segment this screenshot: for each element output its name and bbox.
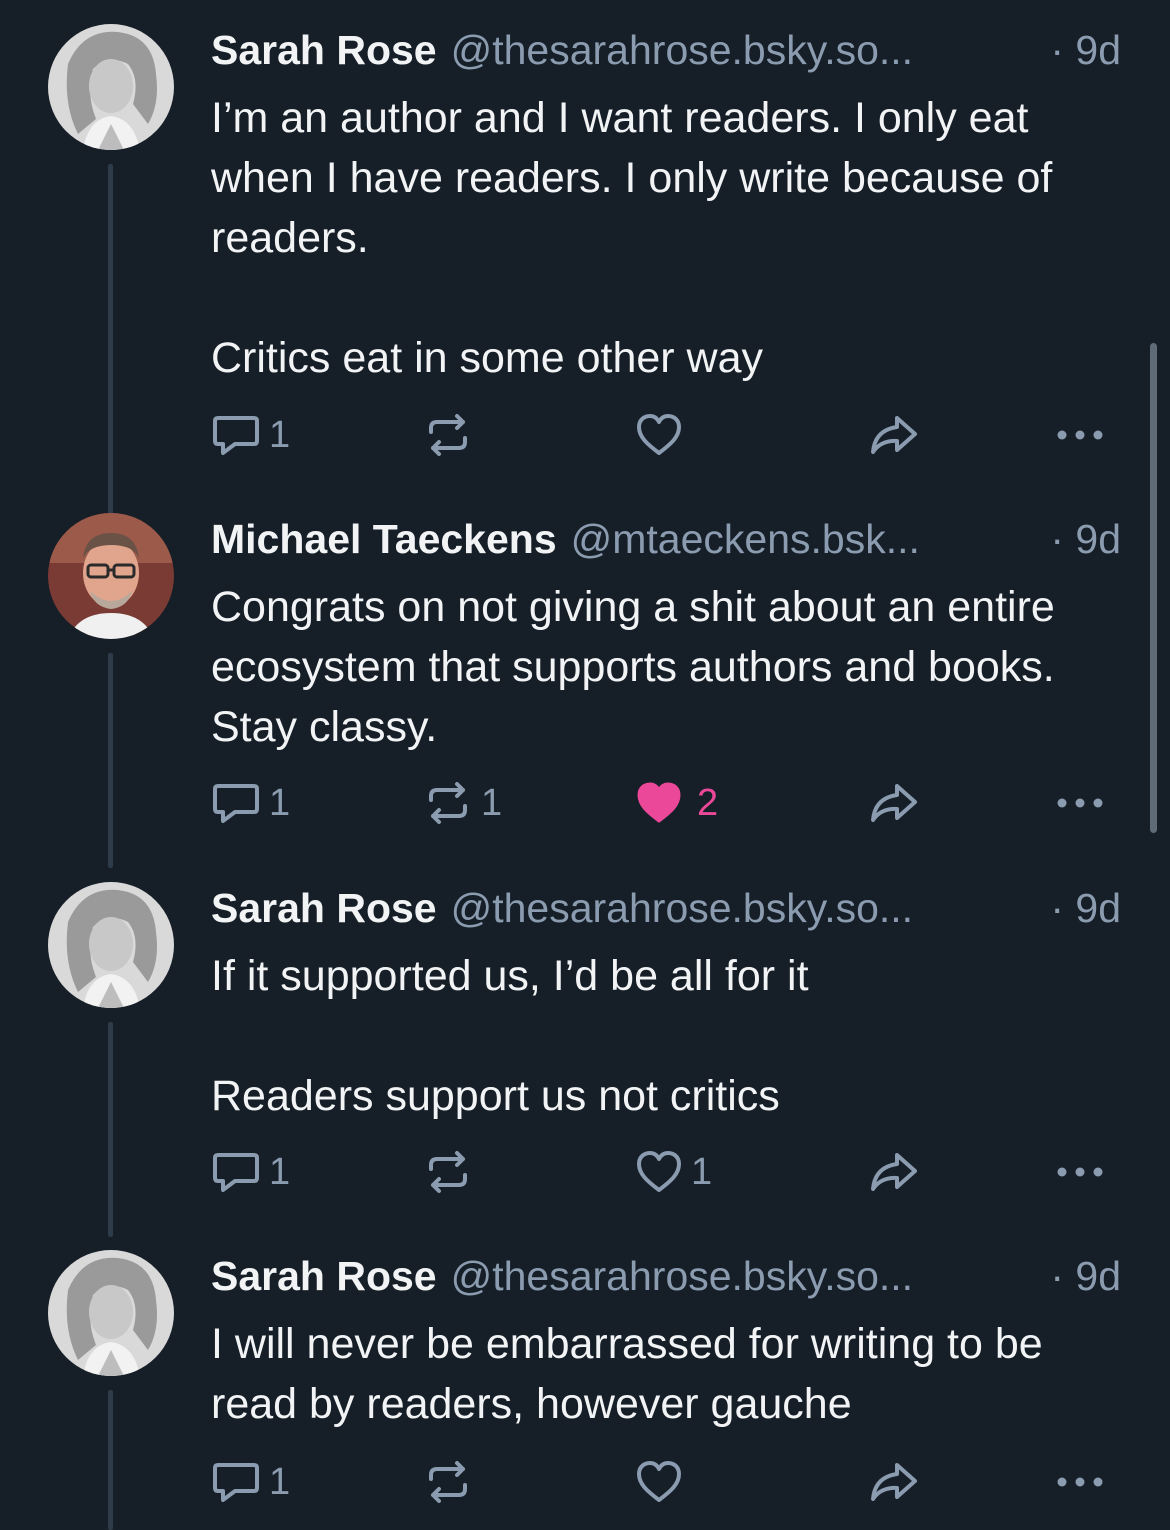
post-text: If it supported us, I’d be all for it Re… <box>211 946 1131 1126</box>
heart-outline-icon <box>637 1461 681 1502</box>
post-paragraph: Critics eat in some other way <box>211 334 764 382</box>
reply-button[interactable]: 1 <box>211 773 290 833</box>
repost-button[interactable] <box>423 405 481 465</box>
repost-button[interactable] <box>423 1452 481 1512</box>
post-paragraph: I will never be embarrassed for writing … <box>211 1320 1043 1428</box>
avatar[interactable] <box>48 882 174 1008</box>
reply-button[interactable]: 1 <box>211 1142 290 1202</box>
reply-button[interactable]: 1 <box>211 405 290 465</box>
scrollbar[interactable] <box>1150 343 1157 833</box>
thread: Sarah Rose @thesarahrose.bsky.so... · 9d … <box>0 0 1170 1530</box>
avatar[interactable] <box>48 24 174 150</box>
thread-connector <box>108 653 113 868</box>
reply-count: 1 <box>269 1460 291 1503</box>
like-button[interactable] <box>635 405 691 465</box>
post-actions: 1 1 2 <box>211 773 1111 833</box>
heart-outline-icon <box>637 1151 681 1192</box>
more-dots-icon <box>1057 430 1103 440</box>
repost-icon <box>429 1461 467 1503</box>
post-text: I’m an author and I want readers. I only… <box>211 88 1131 388</box>
more-options-button[interactable] <box>1056 405 1104 465</box>
sarah-rose-avatar-icon <box>48 24 174 150</box>
more-options-button[interactable] <box>1056 1452 1104 1512</box>
post-paragraph: If it supported us, I’d be all for it <box>211 952 809 1000</box>
post-paragraph: Congrats on not giving a shit about an e… <box>211 583 1055 751</box>
author-handle[interactable]: @mtaeckens.bsk... <box>571 516 920 562</box>
avatar[interactable] <box>48 513 174 639</box>
post-header: Sarah Rose @thesarahrose.bsky.so... · 9d <box>211 1250 1121 1302</box>
reply-button[interactable]: 1 <box>211 1452 290 1512</box>
like-button[interactable] <box>635 1452 691 1512</box>
post-text: Congrats on not giving a shit about an e… <box>211 577 1131 757</box>
post-actions: 1 1 <box>211 1142 1111 1202</box>
post-actions: 1 <box>211 1452 1111 1512</box>
share-icon <box>871 1463 917 1501</box>
repost-button[interactable]: 1 <box>423 773 502 833</box>
reply-icon <box>213 416 259 455</box>
post-text: I will never be embarrassed for writing … <box>211 1314 1131 1434</box>
more-dots-icon <box>1057 798 1103 808</box>
share-button[interactable] <box>867 1142 921 1202</box>
heart-filled-icon <box>637 782 681 823</box>
share-icon <box>871 1153 917 1191</box>
like-button[interactable]: 2 <box>635 773 718 833</box>
share-icon <box>871 416 917 454</box>
author-name[interactable]: Sarah Rose <box>211 885 437 931</box>
like-count: 2 <box>697 781 719 824</box>
post-header: Sarah Rose @thesarahrose.bsky.so... · 9d <box>211 24 1121 76</box>
post-timestamp[interactable]: · 9d <box>1050 882 1121 934</box>
sarah-rose-avatar-icon <box>48 1250 174 1376</box>
author-handle[interactable]: @thesarahrose.bsky.so... <box>451 1253 913 1299</box>
michael-taeckens-avatar-icon <box>48 513 174 639</box>
share-button[interactable] <box>867 1452 921 1512</box>
like-count: 1 <box>691 1150 713 1193</box>
share-button[interactable] <box>867 773 921 833</box>
thread-connector <box>108 1022 113 1237</box>
thread-connector <box>108 1390 113 1530</box>
post-paragraph: Readers support us not critics <box>211 1072 780 1120</box>
reply-icon <box>213 1463 259 1502</box>
more-dots-icon <box>1057 1167 1103 1177</box>
post-paragraph: I’m an author and I want readers. I only… <box>211 94 1053 262</box>
reply-count: 1 <box>269 413 291 456</box>
repost-count: 1 <box>481 781 503 824</box>
author-handle[interactable]: @thesarahrose.bsky.so... <box>451 885 913 931</box>
reply-count: 1 <box>269 1150 291 1193</box>
post-timestamp[interactable]: · 9d <box>1050 24 1121 76</box>
author-name[interactable]: Michael Taeckens <box>211 516 557 562</box>
more-dots-icon <box>1057 1477 1103 1487</box>
author-name[interactable]: Sarah Rose <box>211 1253 437 1299</box>
more-options-button[interactable] <box>1056 1142 1104 1202</box>
avatar[interactable] <box>48 1250 174 1376</box>
sarah-rose-avatar-icon <box>48 882 174 1008</box>
post-header: Sarah Rose @thesarahrose.bsky.so... · 9d <box>211 882 1121 934</box>
reply-count: 1 <box>269 781 291 824</box>
repost-icon <box>429 1151 467 1193</box>
reply-icon <box>213 1153 259 1192</box>
share-button[interactable] <box>867 405 921 465</box>
repost-icon <box>429 782 467 824</box>
thread-connector <box>108 164 113 524</box>
author-name[interactable]: Sarah Rose <box>211 27 437 73</box>
post-timestamp[interactable]: · 9d <box>1050 513 1121 565</box>
reply-icon <box>213 784 259 823</box>
share-icon <box>871 784 917 822</box>
post-timestamp[interactable]: · 9d <box>1050 1250 1121 1302</box>
post-header: Michael Taeckens @mtaeckens.bsk... · 9d <box>211 513 1121 565</box>
like-button[interactable]: 1 <box>635 1142 712 1202</box>
author-handle[interactable]: @thesarahrose.bsky.so... <box>451 27 913 73</box>
repost-icon <box>429 414 467 456</box>
more-options-button[interactable] <box>1056 773 1104 833</box>
post-actions: 1 <box>211 405 1111 465</box>
repost-button[interactable] <box>423 1142 481 1202</box>
heart-outline-icon <box>637 414 681 455</box>
